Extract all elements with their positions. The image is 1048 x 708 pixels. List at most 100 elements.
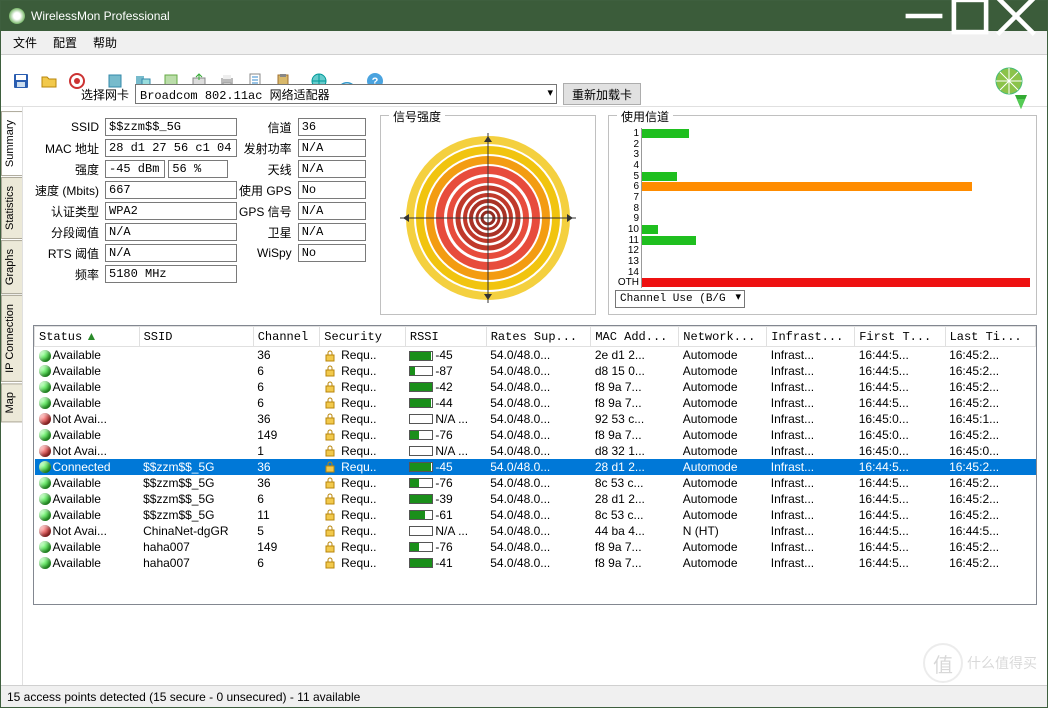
window-title: WirelessMon Professional bbox=[31, 9, 170, 23]
column-header[interactable]: Network... bbox=[679, 327, 767, 347]
val-channel[interactable] bbox=[298, 118, 366, 136]
connection-details: SSID 信道 MAC 地址 发射功率 强度 天线 速度 (Mbits) 使用 … bbox=[33, 115, 368, 315]
tab-map[interactable]: Map bbox=[1, 383, 22, 422]
val-gps-sig[interactable] bbox=[298, 202, 366, 220]
lbl-gps: 使用 GPS bbox=[239, 181, 296, 199]
channel-bar bbox=[642, 236, 696, 245]
table-row[interactable]: Available6 Requ..-8754.0/48.0...d8 15 0.… bbox=[35, 363, 1036, 379]
val-freq[interactable] bbox=[105, 265, 237, 283]
column-header[interactable]: Status ▲ bbox=[35, 327, 140, 347]
signal-radar-icon bbox=[393, 128, 583, 308]
channel-bar bbox=[642, 278, 1030, 287]
lbl-frag: 分段阈值 bbox=[35, 223, 103, 241]
save-icon[interactable] bbox=[9, 69, 33, 93]
status-text: 15 access points detected (15 secure - 0… bbox=[7, 690, 360, 704]
channel-bar bbox=[642, 129, 689, 138]
menu-file[interactable]: 文件 bbox=[5, 32, 45, 53]
status-dot-icon bbox=[39, 365, 51, 377]
channel-label: 13 bbox=[615, 256, 639, 267]
channel-label: 5 bbox=[615, 171, 639, 182]
table-row[interactable]: Not Avai...36 Requ..N/A ...54.0/48.0...9… bbox=[35, 411, 1036, 427]
val-frag[interactable] bbox=[105, 223, 237, 241]
column-header[interactable]: Security bbox=[320, 327, 406, 347]
table-row[interactable]: Connected$$zzm$$_5G36 Requ..-4554.0/48.0… bbox=[35, 459, 1036, 475]
channel-label: 10 bbox=[615, 224, 639, 235]
tab-summary[interactable]: Summary bbox=[1, 111, 22, 176]
reload-button[interactable]: 重新加载卡 bbox=[563, 83, 641, 105]
column-header[interactable]: RSSI bbox=[405, 327, 486, 347]
toolbar: ? 选择网卡 重新加载卡 bbox=[1, 55, 1047, 107]
status-dot-icon bbox=[39, 493, 51, 505]
table-row[interactable]: Not Avai...1 Requ..N/A ...54.0/48.0...d8… bbox=[35, 443, 1036, 459]
table-row[interactable]: Available$$zzm$$_5G6 Requ..-3954.0/48.0.… bbox=[35, 491, 1036, 507]
maximize-button[interactable] bbox=[947, 1, 993, 31]
val-rts[interactable] bbox=[105, 244, 237, 262]
val-txpower[interactable] bbox=[298, 139, 366, 157]
val-antenna[interactable] bbox=[298, 160, 366, 178]
status-dot-icon bbox=[39, 350, 51, 362]
close-button[interactable] bbox=[993, 1, 1039, 31]
column-header[interactable]: MAC Add... bbox=[591, 327, 679, 347]
val-speed[interactable] bbox=[105, 181, 237, 199]
app-icon bbox=[9, 8, 25, 24]
lbl-channel: 信道 bbox=[239, 118, 296, 136]
val-strength-pct[interactable] bbox=[168, 160, 228, 178]
channel-label: 9 bbox=[615, 213, 639, 224]
channel-label: 8 bbox=[615, 203, 639, 214]
open-icon[interactable] bbox=[37, 69, 61, 93]
titlebar: WirelessMon Professional bbox=[1, 1, 1047, 31]
column-header[interactable]: Last Ti... bbox=[945, 327, 1035, 347]
table-row[interactable]: Available$$zzm$$_5G11 Requ..-6154.0/48.0… bbox=[35, 507, 1036, 523]
lbl-speed: 速度 (Mbits) bbox=[35, 181, 103, 199]
val-gps[interactable] bbox=[298, 181, 366, 199]
lbl-gps-sig: GPS 信号 bbox=[239, 202, 296, 220]
column-header[interactable]: First T... bbox=[855, 327, 945, 347]
channel-label: 4 bbox=[615, 160, 639, 171]
column-header[interactable]: Infrast... bbox=[767, 327, 855, 347]
status-dot-icon bbox=[39, 445, 51, 457]
table-row[interactable]: Availablehaha0076 Requ..-4154.0/48.0...f… bbox=[35, 555, 1036, 571]
minimize-button[interactable] bbox=[901, 1, 947, 31]
table-row[interactable]: Available36 Requ..-4554.0/48.0...2e d1 2… bbox=[35, 347, 1036, 363]
column-header[interactable]: Rates Sup... bbox=[486, 327, 591, 347]
menu-config[interactable]: 配置 bbox=[45, 32, 85, 53]
menu-help[interactable]: 帮助 bbox=[85, 32, 125, 53]
val-mac[interactable] bbox=[105, 139, 237, 157]
table-row[interactable]: Availablehaha007149 Requ..-7654.0/48.0..… bbox=[35, 539, 1036, 555]
status-dot-icon bbox=[39, 381, 51, 393]
channel-label: 14 bbox=[615, 267, 639, 278]
lbl-freq: 频率 bbox=[35, 265, 103, 283]
val-strength-dbm[interactable] bbox=[105, 160, 165, 178]
channel-bar bbox=[642, 182, 972, 191]
signal-panel-title: 信号强度 bbox=[389, 108, 445, 125]
column-header[interactable]: SSID bbox=[139, 327, 253, 347]
table-row[interactable]: Available6 Requ..-4254.0/48.0...f8 9a 7.… bbox=[35, 379, 1036, 395]
channel-panel-title: 使用信道 bbox=[617, 108, 673, 125]
nic-label: 选择网卡 bbox=[81, 86, 129, 103]
val-auth[interactable] bbox=[105, 202, 237, 220]
channel-bars bbox=[641, 128, 1030, 288]
nic-select[interactable] bbox=[135, 84, 557, 104]
tab-graphs[interactable]: Graphs bbox=[1, 240, 22, 294]
lbl-auth: 认证类型 bbox=[35, 202, 103, 220]
lbl-strength: 强度 bbox=[35, 160, 103, 178]
table-row[interactable]: Available$$zzm$$_5G36 Requ..-7654.0/48.0… bbox=[35, 475, 1036, 491]
status-dot-icon bbox=[39, 397, 51, 409]
table-row[interactable]: Not Avai...ChinaNet-dgGR5 Requ..N/A ...5… bbox=[35, 523, 1036, 539]
tab-statistics[interactable]: Statistics bbox=[1, 177, 22, 239]
lbl-ssid: SSID bbox=[35, 118, 103, 136]
table-row[interactable]: Available149 Requ..-7654.0/48.0...f8 9a … bbox=[35, 427, 1036, 443]
channel-label: 2 bbox=[615, 139, 639, 150]
val-sat[interactable] bbox=[298, 223, 366, 241]
app-logo-icon bbox=[991, 65, 1035, 109]
table-row[interactable]: Available6 Requ..-4454.0/48.0...f8 9a 7.… bbox=[35, 395, 1036, 411]
channel-mode-select[interactable] bbox=[615, 290, 745, 308]
val-wispy[interactable] bbox=[298, 244, 366, 262]
ap-list[interactable]: Status ▲SSIDChannelSecurityRSSIRates Sup… bbox=[33, 325, 1037, 605]
status-dot-icon bbox=[39, 557, 51, 569]
val-ssid[interactable] bbox=[105, 118, 237, 136]
channel-bar bbox=[642, 225, 658, 234]
column-header[interactable]: Channel bbox=[253, 327, 320, 347]
channel-label: 1 bbox=[615, 128, 639, 139]
tab-ip-connection[interactable]: IP Connection bbox=[1, 295, 22, 382]
